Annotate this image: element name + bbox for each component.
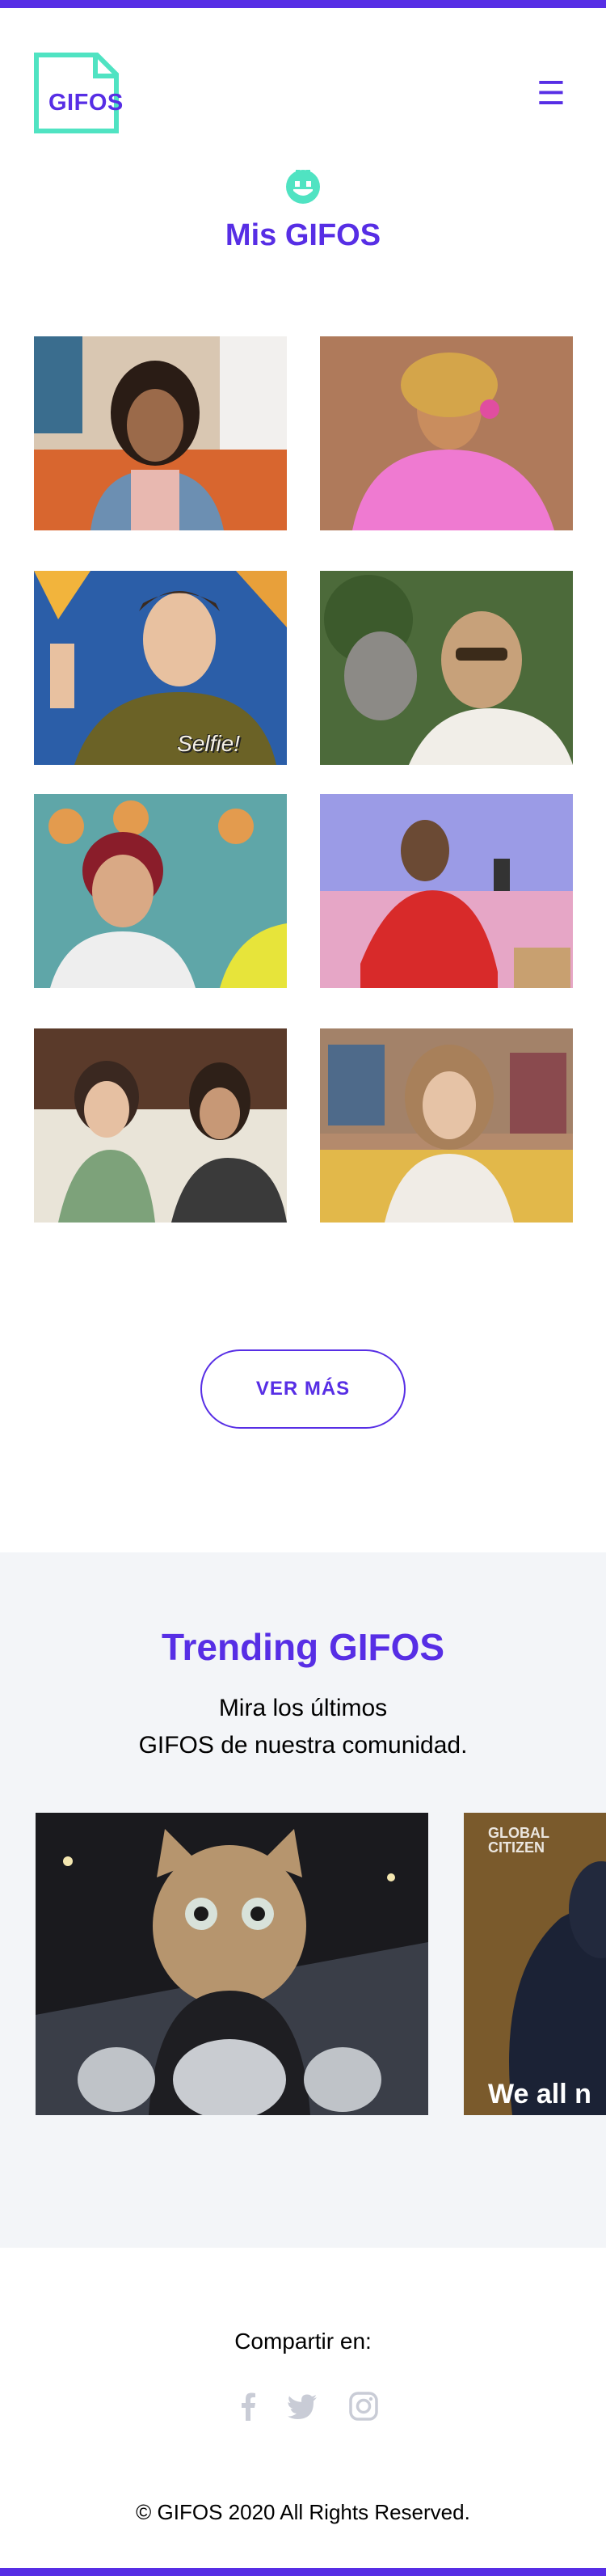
gif-image	[320, 1028, 573, 1223]
hamburger-icon: ☰	[537, 75, 566, 112]
gif-card-5[interactable]	[34, 794, 287, 988]
trending-subtitle-line-1: Mira los últimos	[218, 1695, 388, 1721]
trending-section: Trending GIFOS Mira los últimos GIFOS de…	[0, 1552, 606, 2248]
facebook-icon	[242, 2392, 255, 2421]
trending-subtitle-line-2: GIFOS de nuestra comunidad.	[138, 1732, 468, 1759]
bottom-accent-bar	[0, 2568, 606, 2576]
trending-subtitle: Mira los últimos GIFOS de nuestra comuni…	[0, 1690, 606, 1764]
smiley-icon	[281, 165, 325, 209]
logo-text: GIFOS	[48, 90, 124, 116]
gif-image	[34, 571, 287, 765]
trending-gif-global-citizen[interactable]: GLOBAL CITIZEN We all n	[464, 1813, 606, 2115]
gif-caption: Selfie!	[177, 731, 240, 756]
trending-gif-cat[interactable]	[36, 1813, 428, 2115]
gif-card-8[interactable]	[320, 1028, 573, 1223]
instagram-link[interactable]	[347, 2390, 380, 2422]
gif-card-3[interactable]: Selfie!	[34, 571, 287, 765]
share-label: Compartir en:	[234, 2329, 372, 2354]
gif-card-4[interactable]	[320, 571, 573, 765]
trending-title: Trending GIFOS	[161, 1626, 445, 1668]
ver-mas-button[interactable]: VER MÁS	[200, 1349, 406, 1429]
gif-image	[34, 794, 287, 988]
gif-image	[320, 794, 573, 988]
gif-card-2[interactable]	[320, 336, 573, 530]
top-accent-bar	[0, 0, 606, 8]
gif-image	[36, 1813, 428, 2115]
gif-card-6[interactable]	[320, 794, 573, 988]
trending-gif-brand: GLOBAL CITIZEN	[488, 1825, 549, 1856]
copyright-text: © GIFOS 2020 All Rights Reserved.	[136, 2500, 470, 2524]
hamburger-menu-button[interactable]: ☰	[537, 75, 566, 112]
gif-card-7[interactable]	[34, 1028, 287, 1223]
trending-gif-caption: We all n	[488, 2079, 591, 2109]
twitter-link[interactable]	[286, 2390, 318, 2422]
facebook-link[interactable]	[233, 2390, 265, 2422]
twitter-icon	[288, 2394, 317, 2419]
gif-image	[464, 1813, 606, 2115]
gif-image	[34, 336, 287, 530]
page-title: Mis GIFOS	[225, 218, 381, 252]
instagram-icon	[349, 2392, 378, 2421]
gifos-logo[interactable]: GIFOS	[34, 53, 123, 133]
gif-image	[320, 336, 573, 530]
gif-image	[320, 571, 573, 765]
gif-card-1[interactable]	[34, 336, 287, 530]
gif-image	[34, 1028, 287, 1223]
